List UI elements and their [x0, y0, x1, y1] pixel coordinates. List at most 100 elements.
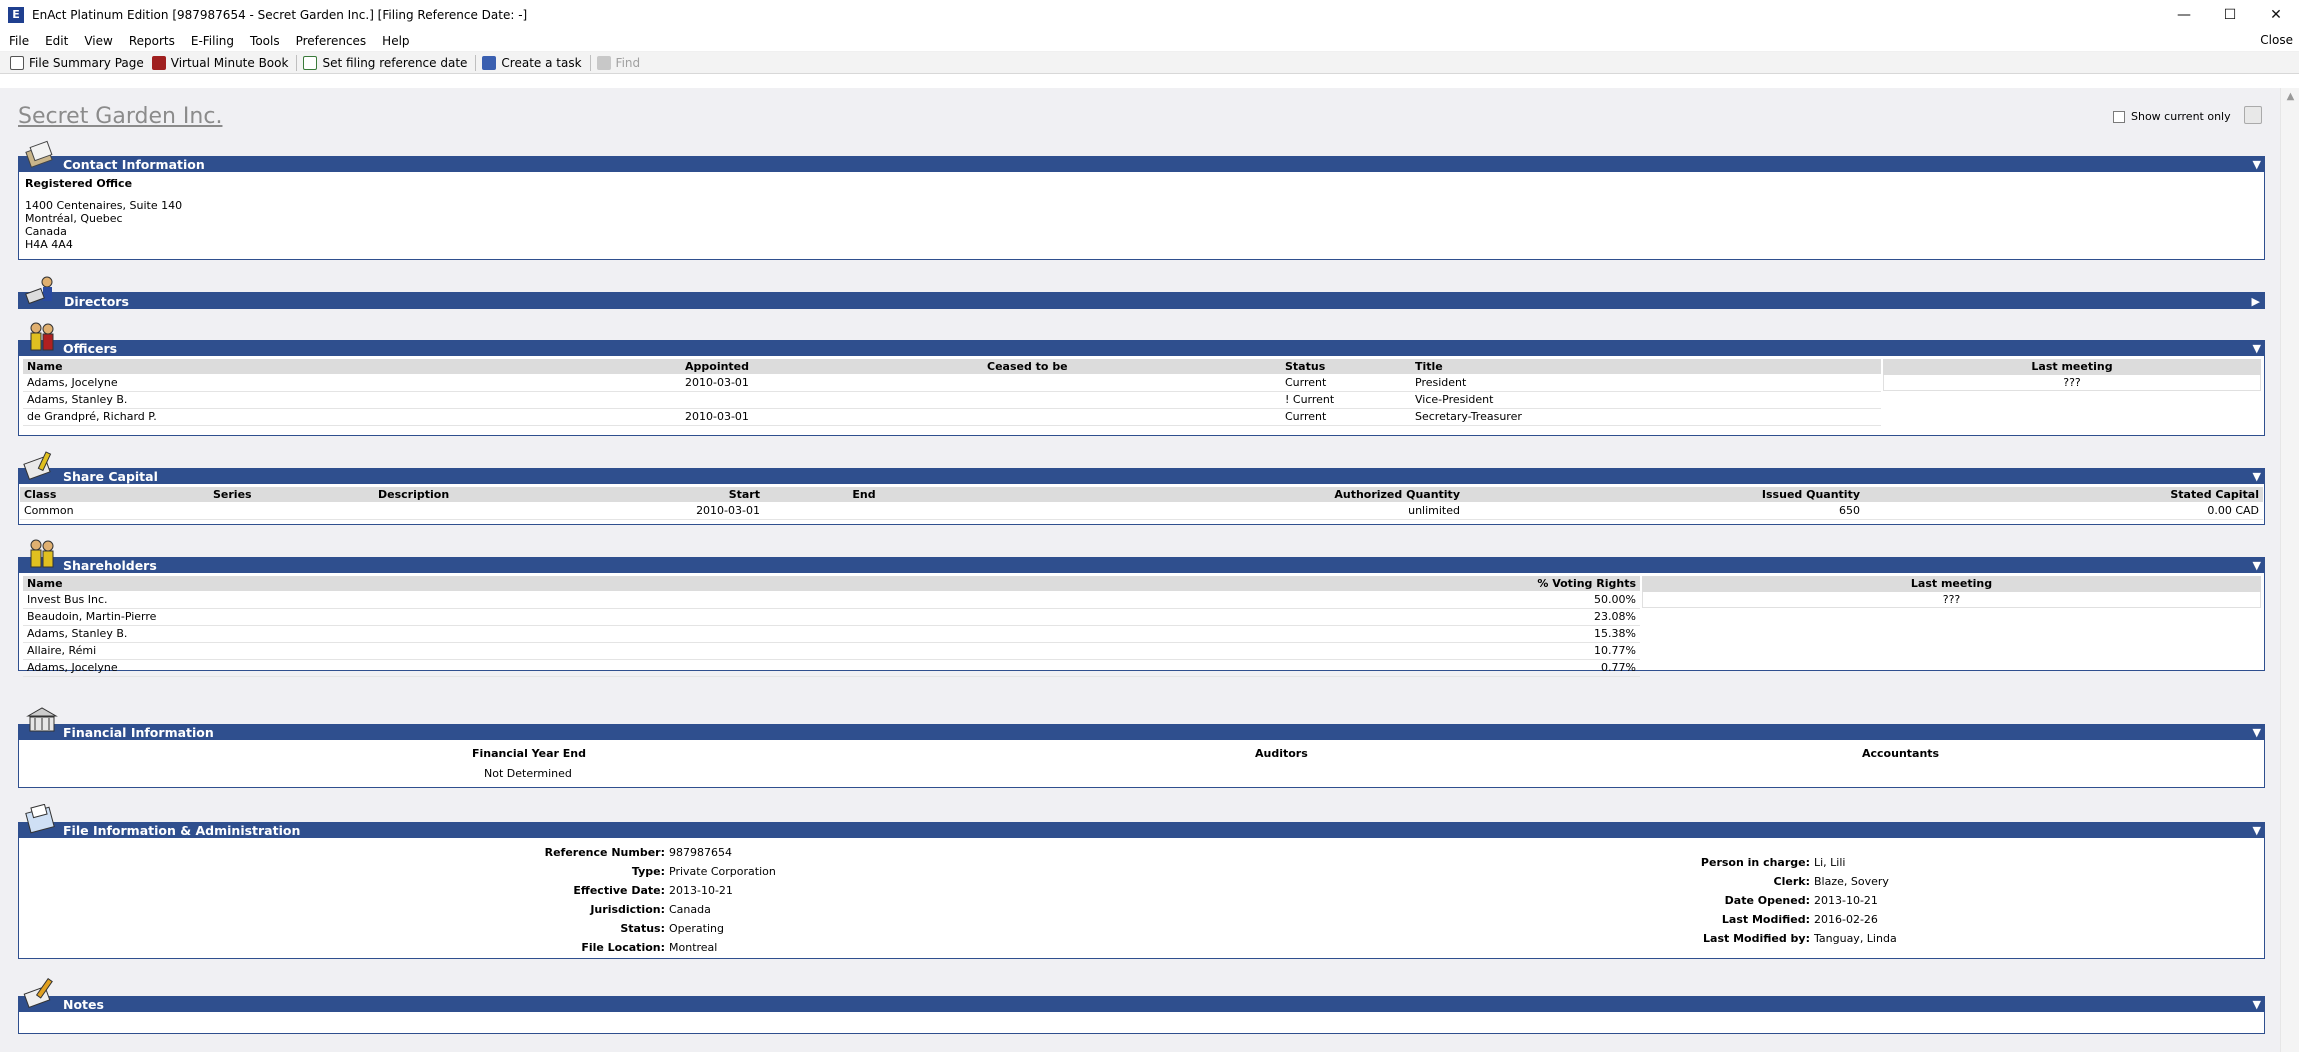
menu-reports[interactable]: Reports — [121, 34, 183, 48]
table-row[interactable]: Adams, Jocelyne 0.77% — [23, 659, 1640, 677]
last-meeting-value: ??? — [1883, 375, 2261, 391]
notes-header[interactable]: Notes ▼ — [18, 978, 2265, 1012]
column-header[interactable]: Stated Capital — [1864, 487, 2263, 502]
table-row[interactable]: Allaire, Rémi 10.77% — [23, 642, 1640, 660]
collapse-arrow-icon[interactable]: ▼ — [2253, 824, 2261, 837]
officers-table: Name Appointed Ceased to be Status Title… — [23, 359, 1881, 426]
officer-appointed — [681, 391, 983, 409]
column-header[interactable]: Series — [209, 487, 374, 502]
contact-header[interactable]: Contact Information ▼ — [18, 140, 2265, 172]
share-start: 2010-03-01 — [629, 502, 764, 520]
file-info-section: File Information & Administration ▼ Refe… — [18, 804, 2265, 959]
menu-tools[interactable]: Tools — [242, 34, 288, 48]
virtual-minute-book-label: Virtual Minute Book — [170, 55, 289, 70]
print-icon[interactable] — [2244, 106, 2262, 124]
task-icon — [482, 55, 497, 70]
table-row[interactable]: Invest Bus Inc. 50.00% — [23, 591, 1640, 609]
share-end — [764, 502, 964, 520]
shareholders-section: Shareholders ▼ Name % Voting Rights Inve… — [18, 539, 2265, 677]
menu-help[interactable]: Help — [374, 34, 417, 48]
set-filing-date-label: Set filing reference date — [322, 55, 468, 70]
collapse-arrow-icon[interactable]: ▼ — [2253, 726, 2261, 739]
share-capital-header[interactable]: Share Capital ▼ — [18, 451, 2265, 484]
menu-edit[interactable]: Edit — [37, 34, 76, 48]
column-header[interactable]: Appointed — [681, 359, 983, 374]
file-info-header[interactable]: File Information & Administration ▼ — [18, 804, 2265, 838]
notes-body[interactable] — [18, 1012, 2265, 1034]
collapse-arrow-icon[interactable]: ▼ — [2253, 559, 2261, 572]
menu-preferences[interactable]: Preferences — [288, 34, 375, 48]
table-row[interactable]: Adams, Stanley B. ! Current Vice-Preside… — [23, 391, 1881, 409]
field-value: Li, Lili — [1814, 856, 1846, 869]
company-name-link[interactable]: Secret Garden Inc. — [18, 104, 222, 129]
issued-quantity: 650 — [1464, 502, 1864, 520]
toolbar-separator — [589, 54, 591, 71]
vertical-scrollbar[interactable]: ▲ — [2280, 88, 2299, 1052]
menu-efiling[interactable]: E-Filing — [183, 34, 242, 48]
document-icon — [10, 55, 24, 70]
column-header[interactable]: Class — [20, 487, 209, 502]
table-row[interactable]: Beaudoin, Martin-Pierre 23.08% — [23, 608, 1640, 626]
column-header[interactable]: Ceased to be — [983, 359, 1281, 374]
collapse-arrow-icon[interactable]: ▼ — [2253, 470, 2261, 483]
show-current-checkbox[interactable] — [2113, 110, 2125, 123]
shareholders-title: Shareholders — [63, 558, 157, 573]
column-header[interactable]: End — [764, 487, 964, 502]
find-button[interactable]: Find — [596, 55, 641, 70]
show-current-only-toggle[interactable]: Show current only — [2113, 110, 2231, 123]
close-window-button[interactable]: ✕ — [2253, 0, 2299, 30]
officer-ceased — [983, 408, 1281, 426]
menu-file[interactable]: File — [0, 34, 37, 48]
directors-header[interactable]: Directors ▶ — [18, 276, 2265, 309]
voting-rights: 15.38% — [1440, 625, 1640, 643]
maximize-button[interactable]: ☐ — [2207, 0, 2253, 30]
column-header[interactable]: Title — [1411, 359, 1881, 374]
auditors-label: Auditors — [1255, 747, 1308, 760]
expand-arrow-icon[interactable]: ▶ — [2252, 295, 2260, 308]
share-class: Common — [20, 502, 209, 520]
column-header[interactable]: Issued Quantity — [1464, 487, 1864, 502]
collapse-arrow-icon[interactable]: ▼ — [2253, 158, 2261, 171]
column-header[interactable]: Start — [629, 487, 764, 502]
column-header[interactable]: % Voting Rights — [1440, 576, 1640, 591]
field-label: Date Opened: — [1724, 894, 1810, 907]
column-header[interactable]: Authorized Quantity — [964, 487, 1464, 502]
menu-view[interactable]: View — [76, 34, 120, 48]
clerk-row: Clerk: Blaze, Sovery — [19, 872, 1897, 891]
directors-section: Directors ▶ — [18, 276, 2265, 309]
menu-bar: File Edit View Reports E-Filing Tools Pr… — [0, 30, 2299, 52]
field-label: Person in charge: — [1700, 856, 1810, 869]
column-header[interactable]: Name — [23, 359, 681, 374]
window-title: EnAct Platinum Edition [987987654 - Secr… — [32, 8, 528, 22]
shareholders-header[interactable]: Shareholders ▼ — [18, 539, 2265, 573]
toolbar: File Summary Page Virtual Minute Book Se… — [0, 52, 2299, 74]
collapse-arrow-icon[interactable]: ▼ — [2253, 342, 2261, 355]
voting-rights: 10.77% — [1440, 642, 1640, 660]
table-row[interactable]: de Grandpré, Richard P. 2010-03-01 Curre… — [23, 408, 1881, 426]
set-filing-date-button[interactable]: Set filing reference date — [303, 55, 468, 70]
officer-name: de Grandpré, Richard P. — [23, 408, 681, 426]
last-meeting-header: Last meeting — [1642, 576, 2261, 592]
column-header[interactable]: Description — [374, 487, 629, 502]
title-bar: E EnAct Platinum Edition [987987654 - Se… — [0, 0, 2299, 30]
table-row[interactable]: Adams, Jocelyne 2010-03-01 Current Presi… — [23, 374, 1881, 392]
column-header[interactable]: Status — [1281, 359, 1411, 374]
collapse-arrow-icon[interactable]: ▼ — [2253, 998, 2261, 1011]
table-row[interactable]: Common 2010-03-01 unlimited 650 0.00 CAD — [20, 502, 2263, 520]
officers-header[interactable]: Officers ▼ — [18, 322, 2265, 356]
book-icon — [151, 55, 166, 70]
scroll-up-icon[interactable]: ▲ — [2281, 88, 2299, 105]
minimize-button[interactable]: — — [2161, 0, 2207, 30]
file-info-right-list: Person in charge: Li, Lili Clerk: Blaze, S… — [19, 853, 1897, 948]
file-summary-button[interactable]: File Summary Page — [10, 55, 144, 70]
close-file-button[interactable]: Close — [2260, 33, 2293, 47]
table-row[interactable]: Adams, Stanley B. 15.38% — [23, 625, 1640, 643]
financial-header[interactable]: Financial Information ▼ — [18, 707, 2265, 740]
shareholder-name: Invest Bus Inc. — [23, 591, 1440, 609]
field-label: Clerk: — [1773, 875, 1810, 888]
virtual-minute-book-button[interactable]: Virtual Minute Book — [151, 55, 289, 70]
column-header[interactable]: Name — [23, 576, 1440, 591]
create-task-button[interactable]: Create a task — [482, 55, 582, 70]
directors-title: Directors — [64, 294, 129, 309]
find-label: Find — [615, 55, 641, 70]
